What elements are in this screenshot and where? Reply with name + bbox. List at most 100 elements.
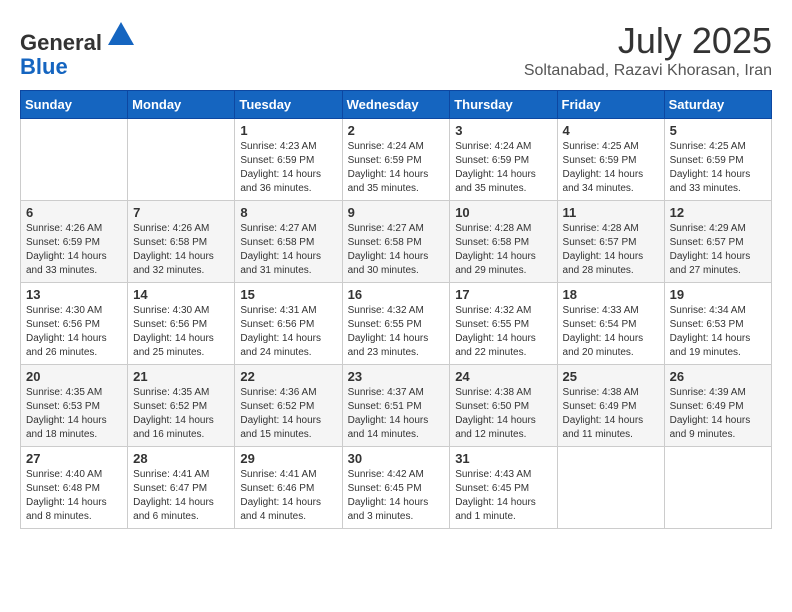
calendar-cell: 17Sunrise: 4:32 AMSunset: 6:55 PMDayligh… (450, 283, 557, 365)
day-number: 18 (563, 287, 659, 302)
weekday-header-thursday: Thursday (450, 91, 557, 119)
day-number: 23 (348, 369, 445, 384)
calendar-cell: 20 Sunrise: 4:35 AMSunset: 6:53 PMDayligh… (21, 365, 128, 447)
location-title: Soltanabad, Razavi Khorasan, Iran (524, 62, 772, 80)
day-info: Sunrise: 4:28 AMSunset: 6:57 PMDaylight:… (563, 222, 659, 278)
calendar-cell: 10 Sunrise: 4:28 AMSunset: 6:58 PMDayligh… (450, 201, 557, 283)
calendar-cell: 25 Sunrise: 4:38 AMSunset: 6:49 PMDayligh… (557, 365, 664, 447)
day-number: 16 (348, 287, 445, 302)
calendar-cell: 9Sunrise: 4:27 AMSunset: 6:58 PMDaylight… (342, 201, 450, 283)
day-info: Sunrise: 4:37 AMSunset: 6:51 PMDaylight:… (348, 386, 445, 442)
day-number: 22 (240, 369, 336, 384)
day-info: Sunrise: 4:35 AMSunset: 6:52 PMDaylight:… (133, 386, 229, 442)
day-number: 14 (133, 287, 229, 302)
calendar-cell: 13 Sunrise: 4:30 AMSunset: 6:56 PMDayligh… (21, 283, 128, 365)
day-number: 27 (26, 451, 122, 466)
day-number: 3 (455, 123, 551, 138)
weekday-header-wednesday: Wednesday (342, 91, 450, 119)
weekday-header-row: SundayMondayTuesdayWednesdayThursdayFrid… (21, 91, 772, 119)
day-info: Sunrise: 4:24 AMSunset: 6:59 PMDaylight:… (455, 140, 551, 196)
calendar-cell (128, 119, 235, 201)
calendar-cell: 23 Sunrise: 4:37 AMSunset: 6:51 PMDayligh… (342, 365, 450, 447)
day-info: Sunrise: 4:27 AMSunset: 6:58 PMDaylight:… (240, 222, 336, 278)
day-number: 28 (133, 451, 229, 466)
day-number: 10 (455, 205, 551, 220)
calendar-week-row: 27 Sunrise: 4:40 AMSunset: 6:48 PMDayligh… (21, 447, 772, 529)
calendar-cell (557, 447, 664, 529)
calendar-cell: 21 Sunrise: 4:35 AMSunset: 6:52 PMDayligh… (128, 365, 235, 447)
day-info: Sunrise: 4:43 AMSunset: 6:45 PMDaylight:… (455, 468, 551, 524)
calendar-cell: 1 Sunrise: 4:23 AMSunset: 6:59 PMDaylight… (235, 119, 342, 201)
day-number: 30 (348, 451, 445, 466)
calendar-cell: 3 Sunrise: 4:24 AMSunset: 6:59 PMDaylight… (450, 119, 557, 201)
day-info: Sunrise: 4:28 AMSunset: 6:58 PMDaylight:… (455, 222, 551, 278)
day-number: 11 (563, 205, 659, 220)
day-info: Sunrise: 4:25 AMSunset: 6:59 PMDaylight:… (563, 140, 659, 196)
calendar-cell (21, 119, 128, 201)
day-info: Sunrise: 4:32 AMSunset: 6:55 PMDaylight:… (348, 304, 445, 360)
weekday-header-sunday: Sunday (21, 91, 128, 119)
calendar-cell: 15 Sunrise: 4:31 AMSunset: 6:56 PMDayligh… (235, 283, 342, 365)
day-info: Sunrise: 4:41 AMSunset: 6:47 PMDaylight:… (133, 468, 229, 524)
weekday-header-friday: Friday (557, 91, 664, 119)
day-number: 4 (563, 123, 659, 138)
day-number: 29 (240, 451, 336, 466)
calendar-cell: 6Sunrise: 4:26 AMSunset: 6:59 PMDaylight… (21, 201, 128, 283)
calendar-cell: 16 Sunrise: 4:32 AMSunset: 6:55 PMDayligh… (342, 283, 450, 365)
day-info: Sunrise: 4:23 AMSunset: 6:59 PMDaylight:… (240, 140, 336, 196)
logo-general-text: General (20, 30, 102, 55)
logo-blue-text: Blue (20, 54, 68, 79)
calendar-cell: 11 Sunrise: 4:28 AMSunset: 6:57 PMDayligh… (557, 201, 664, 283)
day-info: Sunrise: 4:29 AMSunset: 6:57 PMDaylight:… (670, 222, 766, 278)
calendar-cell: 5Sunrise: 4:25 AMSunset: 6:59 PMDaylight… (664, 119, 771, 201)
day-info: Sunrise: 4:27 AMSunset: 6:58 PMDaylight:… (348, 222, 445, 278)
day-info: Sunrise: 4:34 AMSunset: 6:53 PMDaylight:… (670, 304, 766, 360)
day-info: Sunrise: 4:25 AMSunset: 6:59 PMDaylight:… (670, 140, 766, 196)
calendar-cell: 26Sunrise: 4:39 AMSunset: 6:49 PMDayligh… (664, 365, 771, 447)
logo: General Blue (20, 20, 136, 79)
calendar-cell: 29 Sunrise: 4:41 AMSunset: 6:46 PMDayligh… (235, 447, 342, 529)
day-info: Sunrise: 4:24 AMSunset: 6:59 PMDaylight:… (348, 140, 445, 196)
day-info: Sunrise: 4:30 AMSunset: 6:56 PMDaylight:… (133, 304, 229, 360)
calendar-cell: 14 Sunrise: 4:30 AMSunset: 6:56 PMDayligh… (128, 283, 235, 365)
calendar-cell: 22 Sunrise: 4:36 AMSunset: 6:52 PMDayligh… (235, 365, 342, 447)
day-number: 31 (455, 451, 551, 466)
calendar-cell: 28 Sunrise: 4:41 AMSunset: 6:47 PMDayligh… (128, 447, 235, 529)
day-info: Sunrise: 4:41 AMSunset: 6:46 PMDaylight:… (240, 468, 336, 524)
title-block: July 2025 Soltanabad, Razavi Khorasan, I… (524, 20, 772, 80)
day-info: Sunrise: 4:36 AMSunset: 6:52 PMDaylight:… (240, 386, 336, 442)
day-info: Sunrise: 4:38 AMSunset: 6:50 PMDaylight:… (455, 386, 551, 442)
calendar-week-row: 6Sunrise: 4:26 AMSunset: 6:59 PMDaylight… (21, 201, 772, 283)
day-number: 17 (455, 287, 551, 302)
calendar-cell (664, 447, 771, 529)
day-number: 12 (670, 205, 766, 220)
day-number: 15 (240, 287, 336, 302)
day-info: Sunrise: 4:35 AMSunset: 6:53 PMDaylight:… (26, 386, 122, 442)
calendar-cell: 18Sunrise: 4:33 AMSunset: 6:54 PMDayligh… (557, 283, 664, 365)
day-info: Sunrise: 4:30 AMSunset: 6:56 PMDaylight:… (26, 304, 122, 360)
day-number: 19 (670, 287, 766, 302)
day-number: 20 (26, 369, 122, 384)
day-number: 8 (240, 205, 336, 220)
calendar-cell: 2Sunrise: 4:24 AMSunset: 6:59 PMDaylight… (342, 119, 450, 201)
day-info: Sunrise: 4:38 AMSunset: 6:49 PMDaylight:… (563, 386, 659, 442)
day-info: Sunrise: 4:31 AMSunset: 6:56 PMDaylight:… (240, 304, 336, 360)
day-number: 26 (670, 369, 766, 384)
day-number: 1 (240, 123, 336, 138)
day-number: 13 (26, 287, 122, 302)
day-info: Sunrise: 4:40 AMSunset: 6:48 PMDaylight:… (26, 468, 122, 524)
logo-icon (106, 20, 136, 50)
page-header: General Blue July 2025 Soltanabad, Razav… (20, 20, 772, 80)
day-number: 25 (563, 369, 659, 384)
day-info: Sunrise: 4:42 AMSunset: 6:45 PMDaylight:… (348, 468, 445, 524)
calendar-week-row: 20 Sunrise: 4:35 AMSunset: 6:53 PMDayligh… (21, 365, 772, 447)
day-number: 7 (133, 205, 229, 220)
day-number: 21 (133, 369, 229, 384)
day-number: 24 (455, 369, 551, 384)
day-number: 6 (26, 205, 122, 220)
weekday-header-saturday: Saturday (664, 91, 771, 119)
calendar-cell: 4 Sunrise: 4:25 AMSunset: 6:59 PMDaylight… (557, 119, 664, 201)
calendar-cell: 24 Sunrise: 4:38 AMSunset: 6:50 PMDayligh… (450, 365, 557, 447)
weekday-header-monday: Monday (128, 91, 235, 119)
month-title: July 2025 (524, 20, 772, 62)
